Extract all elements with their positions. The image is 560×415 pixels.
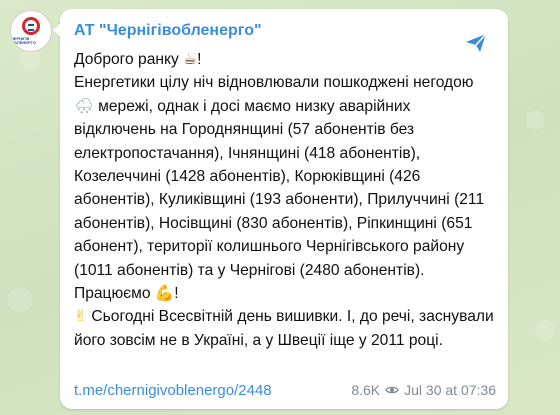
victory-hand-emoji-icon: ✌ xyxy=(74,307,88,326)
greeting-text: Доброго ранку xyxy=(74,51,179,68)
message-meta: 8.6K Jul 30 at 07:36 xyxy=(351,382,496,398)
greeting-line: Доброго ранку ☕! xyxy=(74,48,494,71)
outage-text-start: Енергетики цілу ніч відновлювали пошкодж… xyxy=(74,74,474,92)
share-icon xyxy=(466,33,487,52)
message-footer: t.me/chernigivoblenergo/2448 8.6K Jul 30… xyxy=(74,381,496,399)
coffee-emoji-icon: ☕ xyxy=(183,50,198,68)
greeting-exclamation: ! xyxy=(197,51,202,68)
channel-name[interactable]: АТ "Чернігівобленерго" xyxy=(74,21,494,41)
share-button[interactable] xyxy=(462,29,490,57)
message-text: Доброго ранку ☕! Енергетики цілу ніч від… xyxy=(74,48,494,352)
outage-exclamation: ! xyxy=(174,285,179,303)
outage-text-end: мережі, однак і досі маємо низку аварійн… xyxy=(74,97,485,303)
embroidery-text: Сьогодні Всесвітній день вишивки. І, до … xyxy=(74,308,494,349)
logo-icon xyxy=(22,17,40,35)
embroidery-paragraph: ✌ Сьогодні Всесвітній день вишивки. І, д… xyxy=(74,305,494,352)
channel-avatar[interactable]: ЧЕРНІГІВ ОБЛЕНЕРГО xyxy=(10,10,52,52)
view-count: 8.6K xyxy=(351,382,381,398)
muscle-emoji-icon: 💪 xyxy=(154,284,175,303)
avatar-label: ЧЕРНІГІВ ОБЛЕНЕРГО xyxy=(11,36,36,45)
snow-cloud-emoji-icon: 🌨 xyxy=(74,96,94,115)
post-link[interactable]: t.me/chernigivoblenergo/2448 xyxy=(74,382,272,399)
eye-icon xyxy=(385,385,399,395)
outage-paragraph: Енергетики цілу ніч відновлювали пошкодж… xyxy=(74,71,494,305)
message-date: Jul 30 at 07:36 xyxy=(404,382,496,398)
message-bubble: АТ "Чернігівобленерго" Доброго ранку ☕! … xyxy=(53,9,508,409)
